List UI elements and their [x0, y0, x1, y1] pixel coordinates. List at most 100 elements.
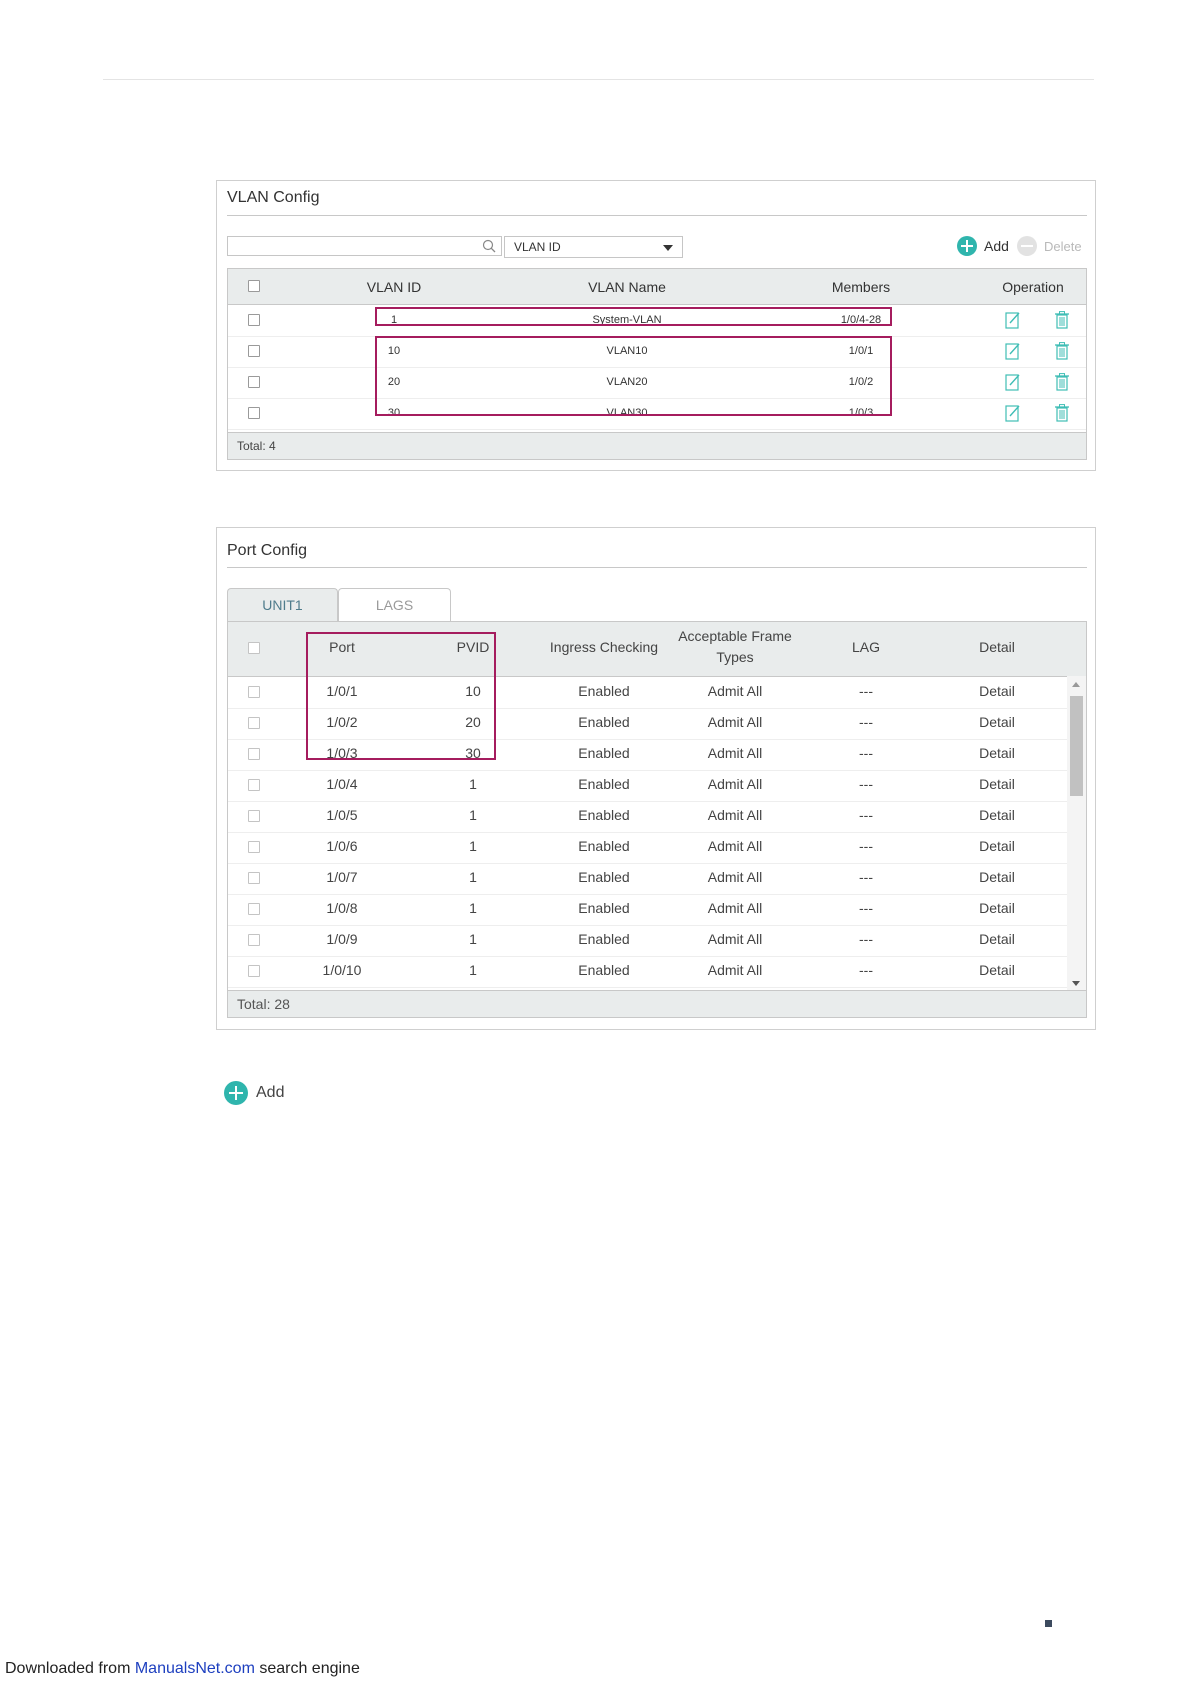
page-marker [1045, 1620, 1052, 1627]
edit-icon[interactable] [1005, 311, 1021, 329]
port-cell: 1/0/3 [326, 745, 358, 761]
row-checkbox[interactable] [248, 407, 260, 419]
trash-icon[interactable] [1054, 311, 1070, 329]
col-lag: LAG [851, 639, 881, 655]
row-checkbox[interactable] [248, 872, 260, 884]
col-pvid: PVID [456, 639, 490, 655]
col-port: Port [329, 639, 355, 655]
tab-lags[interactable]: LAGS [338, 588, 451, 621]
members-cell: 1/0/2 [848, 376, 874, 388]
port-cell: 1/0/7 [326, 869, 358, 885]
panel-title: VLAN Config [227, 189, 320, 206]
table-total: Total: 28 [228, 990, 1086, 1017]
table-row: 1/0/3 30 Enabled Admit All --- Detail [228, 739, 1067, 771]
vlan-table: VLAN ID VLAN Name Members Operation 1 Sy… [227, 268, 1087, 460]
members-cell: 1/0/1 [848, 345, 874, 357]
delete-button[interactable]: Delete [1017, 234, 1082, 258]
detail-link[interactable]: Detail [979, 869, 1015, 885]
scrollbar[interactable] [1067, 676, 1086, 992]
detail-link[interactable]: Detail [979, 714, 1015, 730]
table-row: 1/0/6 1 Enabled Admit All --- Detail [228, 832, 1067, 864]
ingress-cell: Enabled [578, 962, 630, 978]
frame-types-cell: Admit All [707, 807, 763, 823]
ingress-cell: Enabled [578, 776, 630, 792]
port-cell: 1/0/4 [326, 776, 358, 792]
vlan-id-cell: 1 [390, 314, 398, 326]
vlan-name-cell: VLAN30 [606, 407, 648, 419]
frame-types-cell: Admit All [707, 869, 763, 885]
col-members: Members [831, 279, 891, 295]
pvid-cell: 1 [469, 962, 477, 978]
footer-link[interactable]: ManualsNet.com [135, 1660, 255, 1677]
lag-cell: --- [859, 714, 873, 730]
trash-icon[interactable] [1054, 373, 1070, 391]
table-row: 1/0/1 10 Enabled Admit All --- Detail [228, 677, 1067, 709]
edit-icon[interactable] [1005, 342, 1021, 360]
add-button[interactable]: Add [957, 234, 1009, 258]
search-icon[interactable] [482, 239, 496, 253]
table-total: Total: 4 [228, 432, 1086, 459]
footer: Downloaded from ManualsNet.com search en… [5, 1660, 360, 1678]
table-row: 1/0/5 1 Enabled Admit All --- Detail [228, 801, 1067, 833]
table-header: VLAN ID VLAN Name Members Operation [228, 269, 1086, 305]
pvid-cell: 1 [469, 869, 477, 885]
row-checkbox[interactable] [248, 686, 260, 698]
detail-link[interactable]: Detail [979, 683, 1015, 699]
detail-link[interactable]: Detail [979, 962, 1015, 978]
frame-types-cell: Admit All [707, 683, 763, 699]
scroll-up-arrow-icon[interactable] [1072, 682, 1080, 687]
port-config-panel: Port Config UNIT1 LAGS Port PVID Ingress… [216, 527, 1096, 1030]
select-all-checkbox[interactable] [248, 280, 260, 292]
edit-icon[interactable] [1005, 373, 1021, 391]
table-row: 1/0/4 1 Enabled Admit All --- Detail [228, 770, 1067, 802]
row-checkbox[interactable] [248, 779, 260, 791]
search-input[interactable] [227, 236, 502, 256]
col-vlan-name: VLAN Name [588, 279, 666, 295]
detail-link[interactable]: Detail [979, 931, 1015, 947]
edit-icon[interactable] [1005, 404, 1021, 422]
row-checkbox[interactable] [248, 965, 260, 977]
table-header: Port PVID Ingress Checking Acceptable Fr… [228, 622, 1086, 677]
pvid-cell: 1 [469, 931, 477, 947]
row-checkbox[interactable] [248, 376, 260, 388]
port-cell: 1/0/10 [322, 962, 362, 978]
row-checkbox[interactable] [248, 903, 260, 915]
port-cell: 1/0/8 [326, 900, 358, 916]
row-checkbox[interactable] [248, 345, 260, 357]
detail-link[interactable]: Detail [979, 900, 1015, 916]
row-checkbox[interactable] [248, 748, 260, 760]
row-checkbox[interactable] [248, 841, 260, 853]
add-label: Add [984, 238, 1009, 254]
add-button[interactable]: Add [224, 1081, 284, 1105]
members-cell: 1/0/3 [848, 407, 874, 419]
col-frame-types-line2: Types [716, 649, 754, 665]
detail-link[interactable]: Detail [979, 838, 1015, 854]
table-row: 1/0/2 20 Enabled Admit All --- Detail [228, 708, 1067, 740]
lag-cell: --- [859, 683, 873, 699]
tab-unit1[interactable]: UNIT1 [227, 588, 338, 621]
frame-types-cell: Admit All [707, 776, 763, 792]
trash-icon[interactable] [1054, 342, 1070, 360]
row-checkbox[interactable] [248, 934, 260, 946]
table-row: 30 VLAN30 1/0/3 [228, 398, 1086, 430]
vlan-name-cell: VLAN20 [606, 376, 648, 388]
detail-link[interactable]: Detail [979, 807, 1015, 823]
select-all-checkbox[interactable] [248, 642, 260, 654]
scroll-down-arrow-icon[interactable] [1072, 981, 1080, 986]
frame-types-cell: Admit All [707, 745, 763, 761]
detail-link[interactable]: Detail [979, 745, 1015, 761]
detail-link[interactable]: Detail [979, 776, 1015, 792]
scroll-thumb[interactable] [1070, 696, 1083, 796]
row-checkbox[interactable] [248, 314, 260, 326]
row-checkbox[interactable] [248, 810, 260, 822]
vlan-id-cell: 30 [387, 407, 401, 419]
pvid-cell: 10 [465, 683, 481, 699]
trash-icon[interactable] [1054, 404, 1070, 422]
vlan-name-cell: VLAN10 [606, 345, 648, 357]
footer-prefix: Downloaded from [5, 1660, 135, 1677]
lag-cell: --- [859, 838, 873, 854]
row-checkbox[interactable] [248, 717, 260, 729]
frame-types-cell: Admit All [707, 714, 763, 730]
frame-types-cell: Admit All [707, 931, 763, 947]
search-field-select[interactable]: VLAN ID [504, 236, 683, 258]
